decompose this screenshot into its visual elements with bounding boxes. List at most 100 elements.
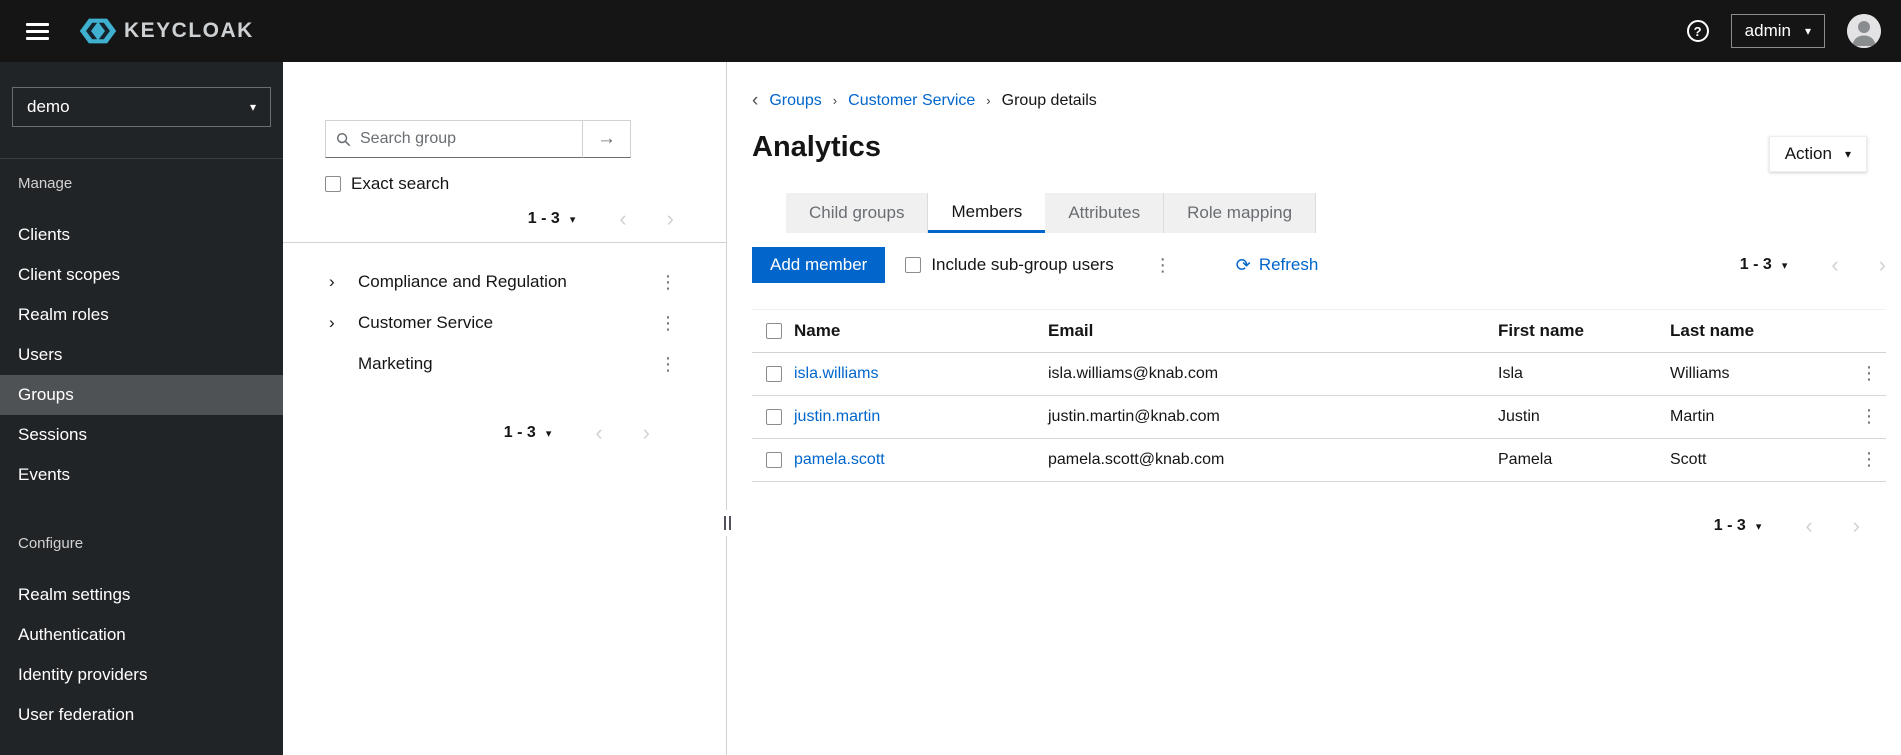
chevron-down-icon: ▾	[545, 427, 552, 440]
kebab-menu-icon[interactable]: ⋮	[1150, 256, 1176, 274]
table-row: justin.martin justin.martin@knab.com Jus…	[752, 396, 1886, 439]
sidebar-item-clients[interactable]: Clients	[0, 215, 283, 255]
next-page-button[interactable]: ›	[1853, 515, 1860, 537]
pagination-menu-toggle[interactable]: 1 - 3 ▾	[504, 424, 552, 442]
pagination-menu-toggle[interactable]: 1 - 3 ▾	[1714, 517, 1762, 535]
tab-members[interactable]: Members	[928, 193, 1046, 233]
previous-page-button[interactable]: ‹	[619, 208, 626, 230]
pagination-menu-toggle[interactable]: 1 - 3 ▾	[528, 210, 576, 228]
sidebar-item-identity-providers[interactable]: Identity providers	[0, 655, 283, 695]
next-page-button[interactable]: ›	[667, 208, 674, 230]
row-select-checkbox[interactable]	[766, 452, 782, 468]
manage-nav-list: Clients Client scopes Realm roles Users …	[0, 215, 283, 495]
refresh-button[interactable]: ⟳ Refresh	[1236, 255, 1319, 275]
include-subgroups-checkbox[interactable]	[905, 257, 922, 273]
search-group-input[interactable]	[360, 130, 572, 148]
member-last-name: Williams	[1670, 365, 1730, 382]
sidebar-item-authentication[interactable]: Authentication	[0, 615, 283, 655]
member-last-name: Scott	[1670, 451, 1707, 468]
exact-search-checkbox[interactable]	[325, 176, 341, 192]
kebab-menu-icon[interactable]: ⋮	[1856, 363, 1882, 383]
member-email: justin.martin@knab.com	[1048, 408, 1220, 425]
search-submit-button[interactable]: →	[582, 120, 631, 158]
next-page-button[interactable]: ›	[643, 422, 650, 444]
expand-chevron-icon[interactable]: ›	[329, 272, 345, 292]
table-header-row: Name Email First name Last name	[752, 310, 1886, 353]
breadcrumb-current: Group details	[1001, 91, 1097, 109]
sidebar-item-sessions[interactable]: Sessions	[0, 415, 283, 455]
realm-name: demo	[27, 97, 70, 116]
breadcrumb-separator-icon: ›	[832, 93, 838, 108]
group-search: →	[325, 120, 631, 158]
kebab-menu-icon[interactable]: ⋮	[1856, 449, 1882, 469]
tree-pagination-bottom: 1 - 3 ▾ ‹ ›	[283, 420, 726, 446]
member-last-name: Martin	[1670, 408, 1715, 425]
panel-resize-handle[interactable]	[719, 510, 736, 536]
previous-page-button[interactable]: ‹	[1831, 254, 1838, 276]
sidebar-item-events[interactable]: Events	[0, 455, 283, 495]
chevron-down-icon: ▾	[569, 213, 576, 226]
keycloak-logo[interactable]: KEYCLOAK	[79, 17, 254, 45]
chevron-down-icon: ▾	[1781, 259, 1788, 272]
user-menu-dropdown[interactable]: admin ▾	[1730, 14, 1825, 48]
kebab-menu-icon[interactable]: ⋮	[655, 314, 681, 332]
kebab-menu-icon[interactable]: ⋮	[655, 355, 681, 373]
breadcrumb-link-groups[interactable]: Groups	[769, 92, 821, 110]
hamburger-menu-icon[interactable]	[26, 22, 49, 40]
sidebar-item-realm-roles[interactable]: Realm roles	[0, 295, 283, 335]
tree-item-customer-service[interactable]: › Customer Service ⋮	[283, 302, 726, 343]
tree-divider	[283, 242, 726, 243]
column-header-email: Email	[1048, 321, 1094, 340]
previous-page-button[interactable]: ‹	[1805, 515, 1812, 537]
pagination-range: 1 - 3	[527, 210, 560, 227]
previous-page-button[interactable]: ‹	[595, 422, 602, 444]
expand-chevron-icon[interactable]: ›	[329, 313, 345, 333]
action-label: Action	[1784, 144, 1832, 163]
breadcrumb-link-customer-service[interactable]: Customer Service	[848, 92, 975, 110]
table-row: isla.williams isla.williams@knab.com Isl…	[752, 353, 1886, 396]
sidebar-item-groups[interactable]: Groups	[0, 375, 283, 415]
select-all-checkbox[interactable]	[766, 323, 782, 339]
tree-item-compliance-and-regulation[interactable]: › Compliance and Regulation ⋮	[283, 261, 726, 302]
sidebar-item-realm-settings[interactable]: Realm settings	[0, 575, 283, 615]
sidebar-item-user-federation[interactable]: User federation	[0, 695, 283, 735]
column-header-first-name: First name	[1498, 321, 1584, 340]
kebab-menu-icon[interactable]: ⋮	[1856, 406, 1882, 426]
tab-role-mapping[interactable]: Role mapping	[1164, 193, 1317, 233]
member-name-link[interactable]: justin.martin	[794, 408, 880, 425]
row-select-checkbox[interactable]	[766, 366, 782, 382]
kebab-menu-icon[interactable]: ⋮	[655, 273, 681, 291]
pagination-range: 1 - 3	[1713, 517, 1746, 534]
row-select-checkbox[interactable]	[766, 409, 782, 425]
help-icon[interactable]: ?	[1686, 20, 1709, 42]
refresh-icon: ⟳	[1235, 255, 1251, 275]
member-name-link[interactable]: isla.williams	[794, 365, 878, 382]
next-page-button[interactable]: ›	[1879, 254, 1886, 276]
sidebar-item-client-scopes[interactable]: Client scopes	[0, 255, 283, 295]
pagination-range: 1 - 3	[1739, 256, 1772, 273]
avatar[interactable]	[1847, 14, 1881, 48]
back-chevron-icon[interactable]: ‹	[752, 91, 758, 110]
realm-selector[interactable]: demo ▾	[12, 87, 271, 127]
pagination-menu-toggle[interactable]: 1 - 3 ▾	[1740, 256, 1788, 274]
refresh-label: Refresh	[1258, 255, 1319, 274]
member-first-name: Justin	[1498, 408, 1540, 425]
tree-item-label: Compliance and Regulation	[358, 271, 567, 291]
tab-attributes[interactable]: Attributes	[1045, 193, 1165, 233]
member-name-link[interactable]: pamela.scott	[794, 451, 885, 468]
tree-pagination-top: 1 - 3 ▾ ‹ ›	[283, 206, 726, 232]
user-avatar-icon	[1847, 14, 1881, 48]
sidebar-item-users[interactable]: Users	[0, 335, 283, 375]
column-header-name: Name	[794, 321, 841, 340]
chevron-down-icon: ▾	[249, 100, 256, 114]
action-dropdown-button[interactable]: Action ▾	[1768, 136, 1867, 172]
member-first-name: Pamela	[1498, 451, 1553, 468]
members-table: Name Email First name Last name isla.wil…	[752, 309, 1886, 482]
configure-nav-list: Realm settings Authentication Identity p…	[0, 575, 283, 735]
tree-item-marketing[interactable]: › Marketing ⋮	[283, 343, 726, 384]
members-pagination-bottom: 1 - 3 ▾ ‹ ›	[752, 508, 1886, 544]
search-icon	[336, 132, 351, 146]
member-first-name: Isla	[1498, 365, 1523, 382]
tab-child-groups[interactable]: Child groups	[786, 193, 929, 233]
add-member-button[interactable]: Add member	[752, 247, 886, 283]
